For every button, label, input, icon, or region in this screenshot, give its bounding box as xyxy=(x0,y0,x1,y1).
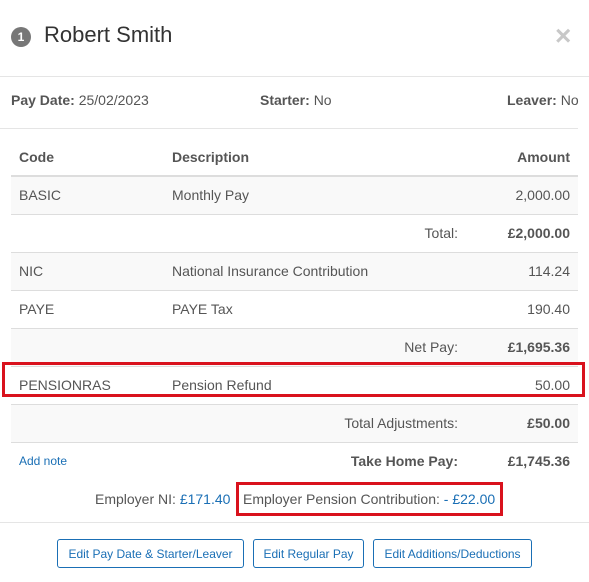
highlight-employer-pension xyxy=(236,482,503,516)
edit-pay-date-button[interactable]: Edit Pay Date & Starter/Leaver xyxy=(57,539,244,568)
adjustments-row: Total Adjustments: £50.00 xyxy=(11,405,578,443)
header-description: Description xyxy=(172,149,250,165)
starter-value: No xyxy=(313,92,332,108)
row-code: PAYE xyxy=(19,301,55,317)
close-icon[interactable]: × xyxy=(555,20,571,52)
employer-ni: Employer NI: £171.40 xyxy=(95,491,230,507)
employer-ni-label: Employer NI: xyxy=(95,491,176,507)
pay-date: Pay Date: 25/02/2023 xyxy=(11,92,149,108)
adjustments-amount: £50.00 xyxy=(527,415,570,431)
table-row: NIC National Insurance Contribution 114.… xyxy=(11,253,578,291)
row-description: Monthly Pay xyxy=(172,187,250,203)
payslip-table: Code Description Amount BASIC Monthly Pa… xyxy=(11,139,578,480)
divider xyxy=(0,128,578,129)
add-note-link[interactable]: Add note xyxy=(19,443,67,480)
net-pay-amount: £1,695.36 xyxy=(507,339,570,355)
pay-date-label: Pay Date: xyxy=(11,92,75,108)
row-description: PAYE Tax xyxy=(172,301,233,317)
row-amount: 2,000.00 xyxy=(515,187,571,203)
edit-regular-pay-button[interactable]: Edit Regular Pay xyxy=(253,539,364,568)
highlight-pension-row xyxy=(2,362,585,397)
edit-additions-button[interactable]: Edit Additions/Deductions xyxy=(373,539,532,568)
row-amount: 190.40 xyxy=(527,301,570,317)
divider xyxy=(0,522,589,523)
row-amount: 114.24 xyxy=(528,263,570,279)
starter-label: Starter: xyxy=(260,92,310,108)
header-amount: Amount xyxy=(517,149,570,165)
leaver-value: No xyxy=(560,92,579,108)
total-label: Total: xyxy=(424,225,458,241)
starter: Starter: No xyxy=(260,92,332,108)
take-home-row: Add note Take Home Pay: £1,745.36 xyxy=(11,443,578,480)
adjustments-label: Total Adjustments: xyxy=(344,415,458,431)
table-row: BASIC Monthly Pay 2,000.00 xyxy=(11,177,578,215)
employee-number-badge: 1 xyxy=(11,27,31,47)
pay-date-value: 25/02/2023 xyxy=(78,92,149,108)
header-code: Code xyxy=(19,149,54,165)
table-row: PAYE PAYE Tax 190.40 xyxy=(11,291,578,329)
leaver-label: Leaver: xyxy=(507,92,557,108)
total-amount: £2,000.00 xyxy=(507,225,570,241)
table-header: Code Description Amount xyxy=(11,139,578,177)
row-description: National Insurance Contribution xyxy=(172,263,369,279)
leaver: Leaver: No xyxy=(507,92,579,108)
row-code: NIC xyxy=(19,263,44,279)
net-pay-label: Net Pay: xyxy=(404,339,458,355)
dialog-header: 1 Robert Smith × xyxy=(0,0,589,77)
employee-name: Robert Smith xyxy=(44,22,173,47)
total-row: Total: £2,000.00 xyxy=(11,215,578,253)
row-code: BASIC xyxy=(19,187,62,203)
take-home-amount: £1,745.36 xyxy=(507,453,570,469)
employer-ni-value: £171.40 xyxy=(179,491,231,507)
take-home-label: Take Home Pay: xyxy=(350,453,458,469)
